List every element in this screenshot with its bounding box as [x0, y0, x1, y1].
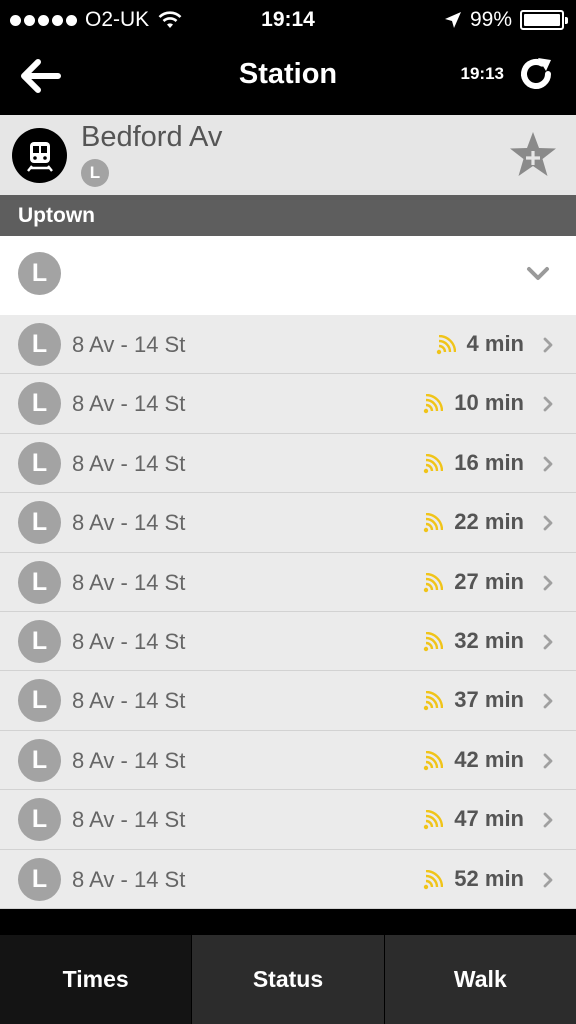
- line-filter-row[interactable]: L: [0, 236, 576, 315]
- eta-label: 47 min: [454, 806, 524, 832]
- battery-icon: [520, 10, 568, 30]
- realtime-signal-icon: [436, 335, 456, 355]
- filter-line-badge: L: [18, 252, 61, 295]
- realtime-signal-icon: [423, 869, 443, 889]
- arrival-row[interactable]: L 8 Av - 14 St 22 min: [0, 493, 576, 553]
- chevron-down-icon[interactable]: [526, 266, 550, 282]
- direction-header: Uptown: [0, 195, 576, 236]
- destination-label: 8 Av - 14 St: [72, 866, 186, 892]
- line-badge: L: [18, 501, 61, 545]
- eta-label: 32 min: [454, 627, 524, 653]
- eta-label: 16 min: [454, 449, 524, 475]
- realtime-signal-icon: [423, 513, 443, 533]
- realtime-signal-icon: [423, 810, 443, 830]
- realtime-signal-icon: [423, 631, 443, 652]
- arrival-row[interactable]: L 8 Av - 14 St 47 min: [0, 790, 576, 850]
- eta-label: 52 min: [454, 865, 524, 891]
- realtime-signal-icon: [423, 750, 443, 770]
- chevron-right-icon: [543, 812, 553, 828]
- destination-label: 8 Av - 14 St: [72, 747, 186, 773]
- tab-bar: Times Status Walk: [0, 935, 576, 1024]
- location-arrow-icon: [444, 12, 461, 28]
- destination-label: 8 Av - 14 St: [72, 332, 186, 357]
- arrival-row[interactable]: L 8 Av - 14 St 4 min: [0, 315, 576, 375]
- station-header: Bedford Av L: [0, 115, 576, 195]
- status-bar: O2-UK 19:14 99%: [0, 0, 576, 40]
- realtime-signal-icon: [423, 453, 443, 473]
- chevron-right-icon: [543, 337, 553, 353]
- destination-label: 8 Av - 14 St: [72, 807, 186, 833]
- destination-label: 8 Av - 14 St: [72, 510, 186, 536]
- line-badge: L: [18, 560, 61, 604]
- train-icon: [12, 128, 67, 183]
- line-badge: L: [18, 798, 61, 842]
- battery-fill: [524, 14, 560, 26]
- realtime-signal-icon: [423, 394, 443, 414]
- eta-label: 4 min: [466, 331, 524, 356]
- station-line-badge: L: [81, 159, 109, 187]
- list-footer-spacer: [0, 909, 576, 935]
- destination-label: 8 Av - 14 St: [72, 688, 186, 714]
- eta-label: 27 min: [454, 568, 524, 594]
- refresh-icon[interactable]: [518, 56, 554, 92]
- eta-label: 42 min: [454, 746, 524, 772]
- arrival-row[interactable]: L 8 Av - 14 St 27 min: [0, 553, 576, 612]
- line-badge: L: [18, 323, 61, 366]
- chevron-right-icon: [543, 575, 553, 590]
- arrival-row[interactable]: L 8 Av - 14 St 37 min: [0, 671, 576, 731]
- eta-label: 22 min: [454, 509, 524, 535]
- arrival-row[interactable]: L 8 Av - 14 St 32 min: [0, 612, 576, 672]
- chevron-right-icon: [543, 634, 553, 650]
- arrival-row[interactable]: L 8 Av - 14 St 52 min: [0, 850, 576, 909]
- line-badge: L: [18, 738, 61, 782]
- line-badge: L: [18, 857, 61, 901]
- add-favorite-star-icon[interactable]: [508, 131, 558, 179]
- chevron-right-icon: [543, 396, 553, 412]
- arrival-row[interactable]: L 8 Av - 14 St 10 min: [0, 374, 576, 434]
- chevron-right-icon: [543, 693, 553, 709]
- chevron-right-icon: [543, 872, 553, 887]
- realtime-signal-icon: [423, 572, 443, 592]
- eta-label: 10 min: [454, 390, 524, 416]
- line-badge: L: [18, 679, 61, 723]
- chevron-right-icon: [543, 515, 553, 531]
- tab-status[interactable]: Status: [191, 935, 384, 1024]
- station-name: Bedford Av: [81, 121, 223, 153]
- eta-label: 37 min: [454, 687, 524, 713]
- line-badge: L: [18, 619, 61, 663]
- status-right: 99%: [444, 8, 568, 32]
- chevron-right-icon: [543, 456, 553, 472]
- line-badge: L: [18, 441, 61, 485]
- destination-label: 8 Av - 14 St: [72, 391, 186, 417]
- arrival-row[interactable]: L 8 Av - 14 St 16 min: [0, 434, 576, 494]
- chevron-right-icon: [543, 753, 553, 769]
- arrivals-list: L 8 Av - 14 St 4 min L 8 Av - 14 St 10 min L 8 …: [0, 315, 576, 909]
- last-updated-time: 19:13: [460, 64, 504, 83]
- nav-right: 19:13: [461, 56, 554, 92]
- arrival-row[interactable]: L 8 Av - 14 St 42 min: [0, 731, 576, 791]
- tab-times[interactable]: Times: [0, 935, 192, 1024]
- destination-label: 8 Av - 14 St: [72, 628, 186, 654]
- realtime-signal-icon: [423, 691, 443, 711]
- battery-percent: 99%: [469, 8, 512, 31]
- tab-walk[interactable]: Walk: [383, 935, 576, 1024]
- destination-label: 8 Av - 14 St: [72, 450, 186, 476]
- line-badge: L: [18, 382, 61, 426]
- nav-bar: Station 19:13: [0, 40, 576, 115]
- destination-label: 8 Av - 14 St: [72, 569, 186, 595]
